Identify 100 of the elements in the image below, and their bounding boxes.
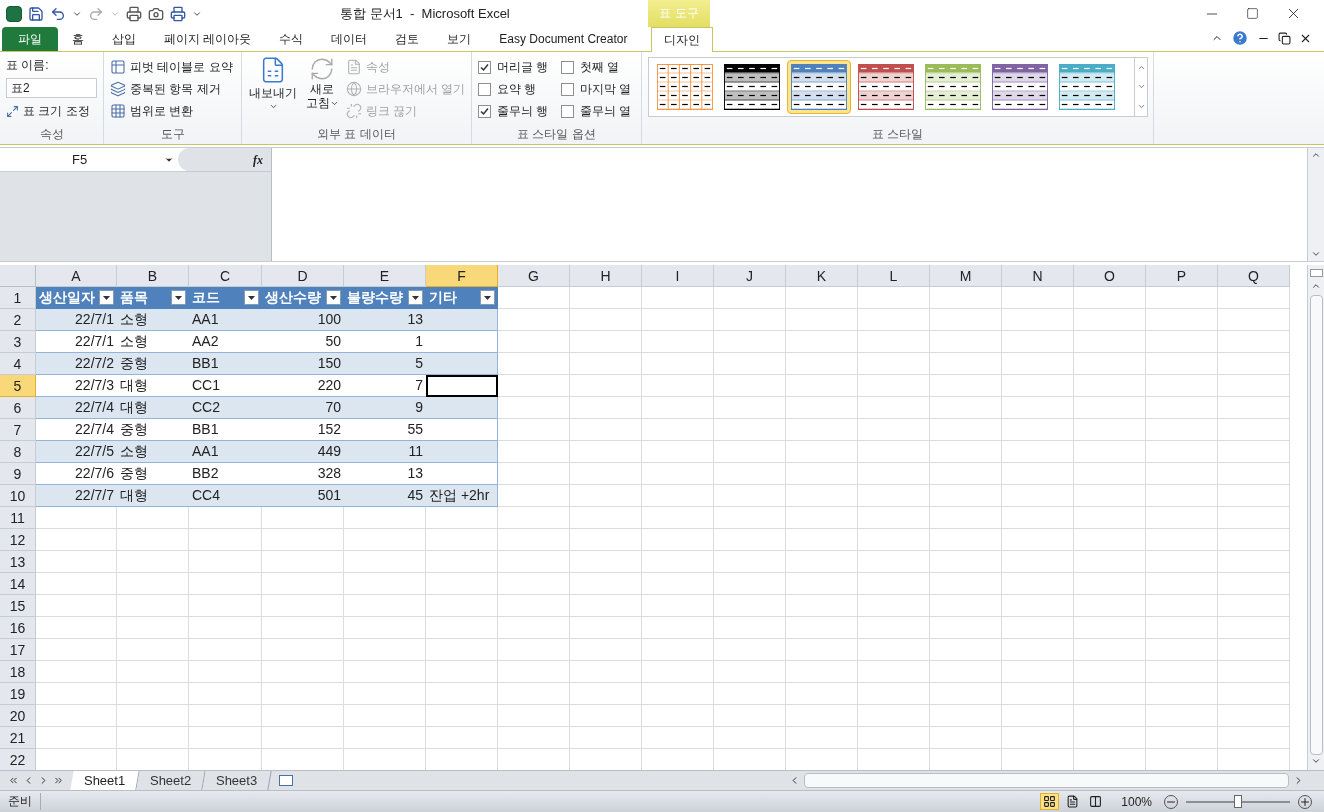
column-header[interactable]: B: [117, 265, 189, 287]
table-name-field[interactable]: 표2: [6, 78, 97, 98]
vertical-scrollbar-thumb[interactable]: [1309, 295, 1323, 755]
column-header[interactable]: K: [786, 265, 858, 287]
ribbon-tab[interactable]: 디자인: [651, 27, 714, 52]
sheet-tab[interactable]: Sheet2: [136, 771, 207, 790]
zoom-slider-thumb[interactable]: [1234, 794, 1242, 808]
help-icon[interactable]: [1231, 29, 1249, 47]
ribbon-command[interactable]: 피벗 테이블로 요약: [110, 56, 233, 78]
row-header[interactable]: 10: [0, 485, 36, 507]
ribbon-tab[interactable]: 페이지 레이아웃: [150, 27, 266, 51]
scroll-down-icon[interactable]: [1311, 756, 1321, 766]
sheet-tab[interactable]: Sheet1: [70, 771, 140, 790]
checkbox[interactable]: [478, 82, 491, 96]
camera-icon[interactable]: [148, 5, 164, 22]
column-header[interactable]: G: [498, 265, 570, 287]
refresh-button[interactable]: 새로 고침: [302, 56, 342, 122]
row-header[interactable]: 17: [0, 639, 36, 661]
row-header[interactable]: 6: [0, 397, 36, 419]
filter-dropdown-button[interactable]: [171, 290, 186, 305]
scroll-up-icon[interactable]: [1311, 150, 1321, 160]
column-header[interactable]: J: [714, 265, 786, 287]
row-header[interactable]: 8: [0, 441, 36, 463]
column-header[interactable]: I: [642, 265, 714, 287]
row-header[interactable]: 16: [0, 617, 36, 639]
ribbon-tab[interactable]: Easy Document Creator: [485, 27, 642, 51]
ribbon-command[interactable]: 중복된 항목 제거: [110, 78, 221, 100]
table-style-swatch[interactable]: [787, 60, 851, 114]
row-header[interactable]: 5: [0, 375, 36, 397]
row-header[interactable]: 4: [0, 353, 36, 375]
column-header[interactable]: N: [1002, 265, 1074, 287]
ribbon-tab[interactable]: 홈: [58, 27, 98, 51]
column-header[interactable]: L: [858, 265, 930, 287]
row-header[interactable]: 14: [0, 573, 36, 595]
row-header[interactable]: 12: [0, 529, 36, 551]
ribbon-tab[interactable]: 검토: [381, 27, 434, 51]
column-header[interactable]: E: [344, 265, 426, 287]
row-header[interactable]: 18: [0, 661, 36, 683]
grid-cell: [426, 551, 498, 573]
column-header[interactable]: D: [262, 265, 344, 287]
grid-cell: [498, 595, 570, 617]
column-header[interactable]: C: [189, 265, 262, 287]
undo-icon[interactable]: [50, 5, 66, 22]
row-header[interactable]: 22: [0, 749, 36, 770]
printer-icon[interactable]: [126, 5, 142, 22]
grid-cell: [786, 419, 858, 441]
column-header[interactable]: Q: [1218, 265, 1290, 287]
filter-dropdown-button[interactable]: [480, 290, 495, 305]
resize-table-button[interactable]: 표 크기 조정: [6, 102, 90, 120]
ribbon-tab[interactable]: 수식: [265, 27, 318, 51]
ribbon-tab[interactable]: 보기: [433, 27, 486, 51]
column-header[interactable]: A: [36, 265, 117, 287]
row-header[interactable]: 3: [0, 331, 36, 353]
ribbon-tab[interactable]: 데이터: [317, 27, 382, 51]
row-header[interactable]: 19: [0, 683, 36, 705]
zoom-level[interactable]: 100%: [1121, 792, 1152, 811]
filter-dropdown-button[interactable]: [408, 290, 423, 305]
horizontal-scrollbar-thumb[interactable]: [804, 773, 1289, 788]
column-header[interactable]: H: [570, 265, 642, 287]
column-header[interactable]: P: [1146, 265, 1218, 287]
column-header[interactable]: O: [1074, 265, 1146, 287]
save-icon[interactable]: [28, 5, 44, 22]
last-sheet-icon[interactable]: [53, 775, 64, 786]
column-header[interactable]: M: [930, 265, 1002, 287]
row-header[interactable]: 13: [0, 551, 36, 573]
scroll-down-icon[interactable]: [1311, 249, 1321, 259]
export-button[interactable]: 내보내기: [248, 56, 299, 122]
grid-cell: [1146, 441, 1218, 463]
new-sheet-icon[interactable]: [278, 775, 293, 786]
name-box[interactable]: F5: [0, 148, 178, 171]
ribbon-tab[interactable]: 삽입: [98, 27, 150, 51]
row-header[interactable]: 1: [0, 287, 36, 309]
maximize-icon[interactable]: [1246, 7, 1259, 20]
row-header[interactable]: 11: [0, 507, 36, 529]
ribbon-tab[interactable]: 파일: [2, 27, 58, 51]
filter-dropdown-button[interactable]: [326, 290, 341, 305]
view-button[interactable]: [1040, 793, 1060, 810]
checkbox[interactable]: [478, 60, 491, 74]
first-sheet-icon[interactable]: [8, 775, 19, 786]
column-header[interactable]: F: [426, 265, 498, 287]
split-handle[interactable]: [1309, 269, 1323, 277]
checkbox[interactable]: [478, 104, 491, 118]
filter-dropdown-button[interactable]: [244, 290, 259, 305]
checkbox[interactable]: [560, 60, 574, 74]
row-header[interactable]: 21: [0, 727, 36, 749]
sheet-tab[interactable]: Sheet3: [202, 771, 273, 790]
checkbox[interactable]: [560, 82, 574, 96]
row-header[interactable]: 2: [0, 309, 36, 331]
restore-icon[interactable]: [1278, 31, 1291, 45]
filter-dropdown-button[interactable]: [99, 290, 114, 305]
row-header[interactable]: 20: [0, 705, 36, 727]
printer-icon[interactable]: [170, 5, 186, 22]
row-header[interactable]: 15: [0, 595, 36, 617]
checkbox[interactable]: [560, 104, 574, 118]
scroll-up-icon[interactable]: [1311, 281, 1321, 291]
row-header[interactable]: 7: [0, 419, 36, 441]
grid-cell: [117, 727, 189, 749]
ribbon-command[interactable]: 범위로 변환: [110, 100, 194, 122]
row-header[interactable]: 9: [0, 463, 36, 485]
insert-function-button[interactable]: fx: [253, 150, 263, 169]
